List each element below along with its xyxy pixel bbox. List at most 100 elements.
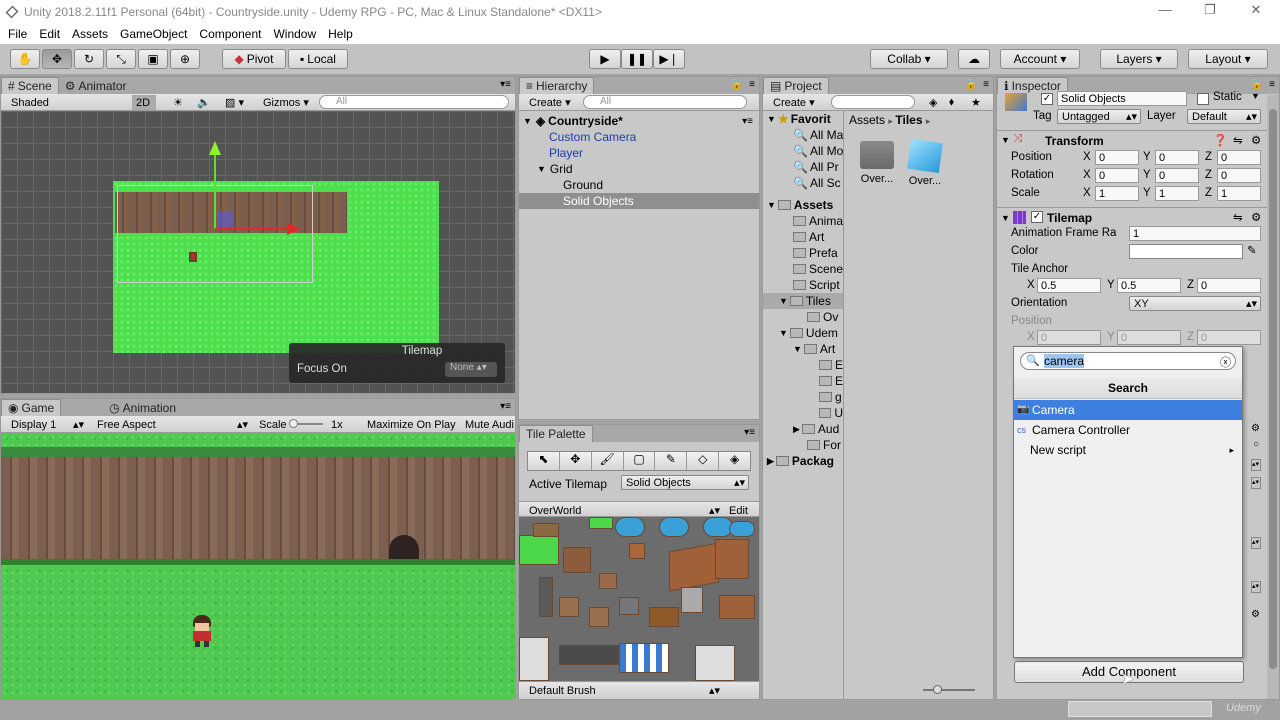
- eyedropper-icon[interactable]: ✎: [1247, 243, 1257, 257]
- panel-menu-icon[interactable]: ≡: [1269, 79, 1275, 90]
- layers-dropdown[interactable]: Layers ▾: [1100, 49, 1178, 69]
- hierarchy-item-player[interactable]: Player: [519, 145, 759, 161]
- scale-x-field[interactable]: 1: [1095, 186, 1139, 201]
- menu-window[interactable]: Window: [267, 27, 322, 41]
- panel-menu-icon[interactable]: ▾≡: [500, 79, 511, 90]
- scale-tool-icon[interactable]: ⤡: [106, 49, 136, 69]
- tag-dropdown[interactable]: Untagged ▴▾: [1057, 109, 1141, 124]
- aspect-dropdown[interactable]: Free Aspect ▴▾: [93, 417, 251, 432]
- inspector-scrollbar[interactable]: [1267, 95, 1279, 699]
- palette-edit-button[interactable]: Edit: [725, 503, 748, 518]
- palette-grid[interactable]: [519, 517, 759, 681]
- create-dropdown[interactable]: Create ▾: [525, 95, 571, 110]
- active-checkbox[interactable]: ✓: [1041, 93, 1053, 105]
- folder-item[interactable]: E: [763, 373, 843, 389]
- hierarchy-item-grid[interactable]: ▼ Grid: [519, 161, 759, 177]
- tab-animator[interactable]: ⚙ Animator: [59, 77, 133, 94]
- menu-assets[interactable]: Assets: [66, 27, 114, 41]
- component-item-camera[interactable]: 📷 Camera: [1014, 400, 1242, 420]
- rotate-tool-icon[interactable]: ↻: [74, 49, 104, 69]
- hierarchy-item-custom-camera[interactable]: Custom Camera: [519, 129, 759, 145]
- rotation-y-field[interactable]: 0: [1155, 168, 1199, 183]
- game-view[interactable]: [1, 433, 515, 699]
- move-gizmo-x-arrow[interactable]: [215, 228, 287, 230]
- account-dropdown[interactable]: Account ▾: [1000, 49, 1080, 69]
- move-tile-tool-icon[interactable]: ✥: [560, 452, 592, 470]
- menu-component[interactable]: Component: [193, 27, 267, 41]
- fav-item[interactable]: 🔍 All Pr: [763, 159, 843, 175]
- menu-gameobject[interactable]: GameObject: [114, 27, 193, 41]
- hierarchy-item-solid-objects[interactable]: Solid Objects: [519, 193, 759, 209]
- fav-item[interactable]: 🔍 All Sc: [763, 175, 843, 191]
- static-checkbox[interactable]: [1197, 93, 1209, 105]
- rect-tool-icon[interactable]: ▣: [138, 49, 168, 69]
- anchor-y-field[interactable]: 0.5: [1117, 278, 1181, 293]
- hierarchy-search-input[interactable]: All: [583, 95, 747, 109]
- cloud-icon[interactable]: ☁: [958, 49, 990, 69]
- paint-brush-icon[interactable]: 🖌: [592, 452, 624, 470]
- gear-icon[interactable]: ⚙: [1251, 133, 1261, 147]
- picker-icon[interactable]: ✎: [655, 452, 688, 470]
- favorites-header[interactable]: ▼ ★ Favorit: [763, 111, 843, 127]
- scale-slider-thumb[interactable]: [289, 419, 298, 428]
- maximize-icon[interactable]: ❐: [1190, 2, 1230, 22]
- layout-dropdown[interactable]: Layout ▾: [1188, 49, 1268, 69]
- tab-animation[interactable]: ◷ Animation: [103, 399, 182, 416]
- focus-on-dropdown[interactable]: None ▴▾: [445, 362, 497, 377]
- fav-item[interactable]: 🔍 All Mo: [763, 143, 843, 159]
- position-y-field[interactable]: 0: [1155, 150, 1199, 165]
- pause-button[interactable]: ❚❚: [621, 49, 653, 69]
- rotation-z-field[interactable]: 0: [1217, 168, 1261, 183]
- tilemap-enabled-checkbox[interactable]: ✓: [1031, 211, 1043, 223]
- tab-project[interactable]: ▤ Project: [763, 77, 829, 94]
- folder-item[interactable]: For: [763, 437, 843, 453]
- brush-dropdown[interactable]: Default Brush ▴▾: [525, 683, 723, 698]
- folder-item[interactable]: Anima: [763, 213, 843, 229]
- folder-item-tiles[interactable]: ▼ Tiles: [763, 293, 843, 309]
- scale-slider[interactable]: [289, 419, 323, 428]
- folder-item[interactable]: ▼ Art: [763, 341, 843, 357]
- transform-foldout-icon[interactable]: ▼: [1001, 135, 1010, 145]
- hand-tool-icon[interactable]: ✋: [10, 49, 40, 69]
- folder-item[interactable]: Scene: [763, 261, 843, 277]
- icon-size-slider[interactable]: [923, 685, 975, 694]
- move-gizmo-y-arrow[interactable]: [214, 143, 216, 229]
- position-x-field[interactable]: 0: [1095, 150, 1139, 165]
- anchor-x-field[interactable]: 0.5: [1037, 278, 1101, 293]
- color-swatch[interactable]: [1129, 244, 1243, 259]
- tab-scene[interactable]: # Scene: [1, 77, 59, 94]
- folder-item[interactable]: Prefa: [763, 245, 843, 261]
- tab-game[interactable]: ◉ Game: [1, 399, 62, 416]
- settings-icon[interactable]: ⇋: [1233, 210, 1243, 224]
- breadcrumb-assets[interactable]: Assets: [849, 113, 885, 127]
- lock-icon[interactable]: 🔒: [1251, 79, 1263, 90]
- light-icon[interactable]: ☀: [169, 95, 183, 110]
- close-icon[interactable]: ✕: [1236, 2, 1276, 22]
- object-name-field[interactable]: Solid Objects: [1057, 91, 1187, 106]
- gizmos-dropdown[interactable]: Gizmos ▾: [259, 95, 309, 110]
- anchor-z-field[interactable]: 0: [1197, 278, 1261, 293]
- project-search-input[interactable]: [831, 95, 915, 109]
- scale-y-field[interactable]: 1: [1155, 186, 1199, 201]
- panel-menu-icon[interactable]: ≡: [983, 79, 989, 90]
- folder-item[interactable]: U: [763, 405, 843, 421]
- breadcrumb-tiles[interactable]: Tiles: [895, 113, 922, 127]
- display-dropdown[interactable]: Display 1 ▴▾: [7, 417, 87, 432]
- static-dropdown-icon[interactable]: ▼: [1251, 91, 1260, 101]
- layer-dropdown[interactable]: Default ▴▾: [1187, 109, 1261, 124]
- fav-item[interactable]: 🔍 All Ma: [763, 127, 843, 143]
- transform-header[interactable]: Transform: [1045, 134, 1104, 148]
- project-divider[interactable]: [843, 111, 844, 699]
- panel-menu-icon[interactable]: ≡: [749, 79, 755, 90]
- tilemap-foldout-icon[interactable]: ▼: [1001, 213, 1010, 223]
- collab-button[interactable]: Collab ▾: [870, 49, 948, 69]
- component-search-input[interactable]: 🔍 camera ⓧ: [1020, 352, 1236, 370]
- lock-icon[interactable]: 🔒: [965, 79, 977, 90]
- folder-item[interactable]: Script: [763, 277, 843, 293]
- gear-icon[interactable]: ⚙: [1251, 210, 1261, 224]
- shading-dropdown[interactable]: Shaded: [7, 95, 125, 110]
- asset-item[interactable]: Over...: [905, 138, 945, 187]
- active-tilemap-dropdown[interactable]: Solid Objects ▴▾: [621, 475, 749, 490]
- favorite-star-icon[interactable]: ★: [967, 95, 981, 110]
- scene-search-input[interactable]: All: [319, 95, 509, 109]
